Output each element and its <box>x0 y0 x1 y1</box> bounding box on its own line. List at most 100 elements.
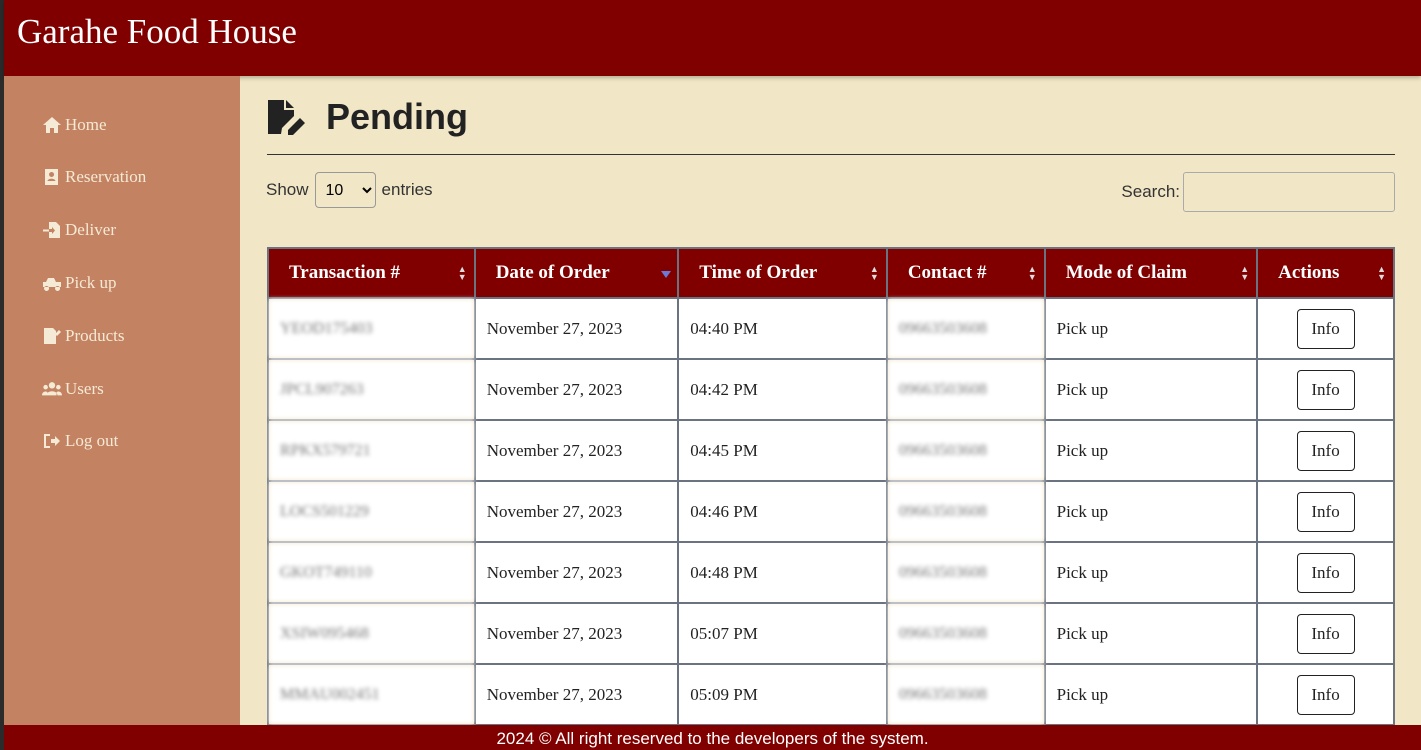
search-label: Search: <box>1121 182 1180 201</box>
sidebar-item-pickup[interactable]: Pick up <box>42 270 116 296</box>
info-button[interactable]: Info <box>1296 308 1355 349</box>
file-signature-icon <box>44 328 61 344</box>
sidebar: Home Reservation Deliver Pick up Product… <box>4 76 240 725</box>
sort-desc-icon <box>661 271 672 278</box>
cell-time: 05:07 PM <box>677 602 888 665</box>
footer-text: 2024 © All right reserved to the develop… <box>496 729 929 748</box>
cell-contact: 09663503608 <box>885 602 1046 665</box>
pending-orders-table: Transaction # ▲ ▼ Date of Order Time of O… <box>267 247 1395 725</box>
column-header-mode[interactable]: Mode of Claim ▲ ▼ <box>1043 247 1259 299</box>
cell-mode: Pick up <box>1043 419 1259 482</box>
cell-transaction: RPKX579721 <box>267 419 476 482</box>
sidebar-item-deliver[interactable]: Deliver <box>42 217 116 243</box>
contact-card-icon <box>45 169 58 185</box>
sort-icon: ▲ ▼ <box>1377 264 1386 282</box>
cell-actions: Info <box>1256 419 1395 482</box>
cell-transaction: YEOD175403 <box>267 297 476 360</box>
cell-date: November 27, 2023 <box>473 358 680 421</box>
column-header-date[interactable]: Date of Order <box>473 247 680 299</box>
cell-contact: 09663503608 <box>885 480 1046 543</box>
cell-date: November 27, 2023 <box>473 297 680 360</box>
table-row: XSIW095468 November 27, 2023 05:07 PM 09… <box>267 602 1395 665</box>
sidebar-item-label: Deliver <box>65 220 116 239</box>
column-header-transaction[interactable]: Transaction # ▲ ▼ <box>267 247 476 299</box>
cell-date: November 27, 2023 <box>473 541 680 604</box>
cell-date: November 27, 2023 <box>473 602 680 665</box>
cell-contact: 09663503608 <box>885 358 1046 421</box>
column-header-actions[interactable]: Actions ▲ ▼ <box>1256 247 1395 299</box>
cell-time: 04:45 PM <box>677 419 888 482</box>
table-row: RPKX579721 November 27, 2023 04:45 PM 09… <box>267 419 1395 482</box>
users-icon <box>42 382 62 396</box>
cell-mode: Pick up <box>1043 297 1259 360</box>
sort-icon: ▲ ▼ <box>1240 264 1250 282</box>
sidebar-item-users[interactable]: Users <box>42 376 104 402</box>
table-row: GKOT749110 November 27, 2023 04:48 PM 09… <box>267 541 1395 604</box>
cell-actions: Info <box>1256 358 1395 421</box>
cell-actions: Info <box>1256 602 1395 665</box>
sort-icon: ▲ ▼ <box>1027 264 1037 282</box>
page-title: Pending <box>326 96 468 137</box>
info-button[interactable]: Info <box>1296 369 1355 410</box>
cell-transaction: LOCS501229 <box>267 480 476 543</box>
cell-transaction: GKOT749110 <box>267 541 476 604</box>
home-icon <box>43 117 61 133</box>
cell-transaction: JPCL907263 <box>267 358 476 421</box>
cell-actions: Info <box>1256 297 1395 360</box>
cell-time: 05:09 PM <box>677 663 888 725</box>
sign-out-icon <box>44 434 60 448</box>
file-import-icon <box>43 222 60 238</box>
main-content: Pending Show 10 entries Search: Transact… <box>240 76 1421 725</box>
footer: 2024 © All right reserved to the develop… <box>4 725 1421 750</box>
table-row: JPCL907263 November 27, 2023 04:42 PM 09… <box>267 358 1395 421</box>
cell-time: 04:46 PM <box>677 480 888 543</box>
info-button[interactable]: Info <box>1296 491 1355 532</box>
table-row: YEOD175403 November 27, 2023 04:40 PM 09… <box>267 297 1395 360</box>
sidebar-item-label: Home <box>65 115 107 134</box>
entries-select[interactable]: 10 <box>314 172 376 208</box>
cell-mode: Pick up <box>1043 602 1259 665</box>
cell-mode: Pick up <box>1043 541 1259 604</box>
cell-contact: 09663503608 <box>885 297 1046 360</box>
sidebar-item-label: Products <box>65 326 125 345</box>
sidebar-item-home[interactable]: Home <box>42 112 107 138</box>
cell-time: 04:40 PM <box>677 297 888 360</box>
info-button[interactable]: Info <box>1296 674 1355 715</box>
table-header-row: Transaction # ▲ ▼ Date of Order Time of O… <box>267 247 1395 299</box>
cell-mode: Pick up <box>1043 663 1259 725</box>
sidebar-item-reservation[interactable]: Reservation <box>42 164 146 190</box>
cell-transaction: XSIW095468 <box>267 602 476 665</box>
sidebar-item-products[interactable]: Products <box>42 323 125 349</box>
show-label: Show <box>266 180 309 199</box>
table-row: MMAU002451 November 27, 2023 05:09 PM 09… <box>267 663 1395 725</box>
title-divider <box>267 154 1395 155</box>
cell-date: November 27, 2023 <box>473 419 680 482</box>
cell-transaction: MMAU002451 <box>267 663 476 725</box>
cell-date: November 27, 2023 <box>473 663 680 725</box>
cell-contact: 09663503608 <box>885 663 1046 725</box>
cell-mode: Pick up <box>1043 480 1259 543</box>
entries-label: entries <box>381 180 433 199</box>
cell-actions: Info <box>1256 663 1395 725</box>
top-header: Garahe Food House <box>4 0 1421 76</box>
info-button[interactable]: Info <box>1296 613 1355 654</box>
cell-time: 04:48 PM <box>677 541 888 604</box>
table-row: LOCS501229 November 27, 2023 04:46 PM 09… <box>267 480 1395 543</box>
info-button[interactable]: Info <box>1296 552 1355 593</box>
sidebar-item-logout[interactable]: Log out <box>42 428 118 454</box>
sidebar-item-label: Reservation <box>65 167 147 186</box>
cell-contact: 09663503608 <box>885 419 1046 482</box>
sort-icon: ▲ ▼ <box>869 264 879 282</box>
search-control: Search: <box>1121 172 1395 212</box>
sort-icon: ▲ ▼ <box>457 264 467 282</box>
cell-mode: Pick up <box>1043 358 1259 421</box>
info-button[interactable]: Info <box>1296 430 1355 471</box>
cell-actions: Info <box>1256 480 1395 543</box>
column-header-contact[interactable]: Contact # ▲ ▼ <box>885 247 1046 299</box>
column-header-time[interactable]: Time of Order ▲ ▼ <box>677 247 888 299</box>
app-title: Garahe Food House <box>17 12 297 51</box>
sidebar-item-label: Pick up <box>65 273 117 292</box>
search-input[interactable] <box>1183 172 1395 212</box>
file-edit-icon <box>268 100 305 135</box>
cell-time: 04:42 PM <box>677 358 888 421</box>
